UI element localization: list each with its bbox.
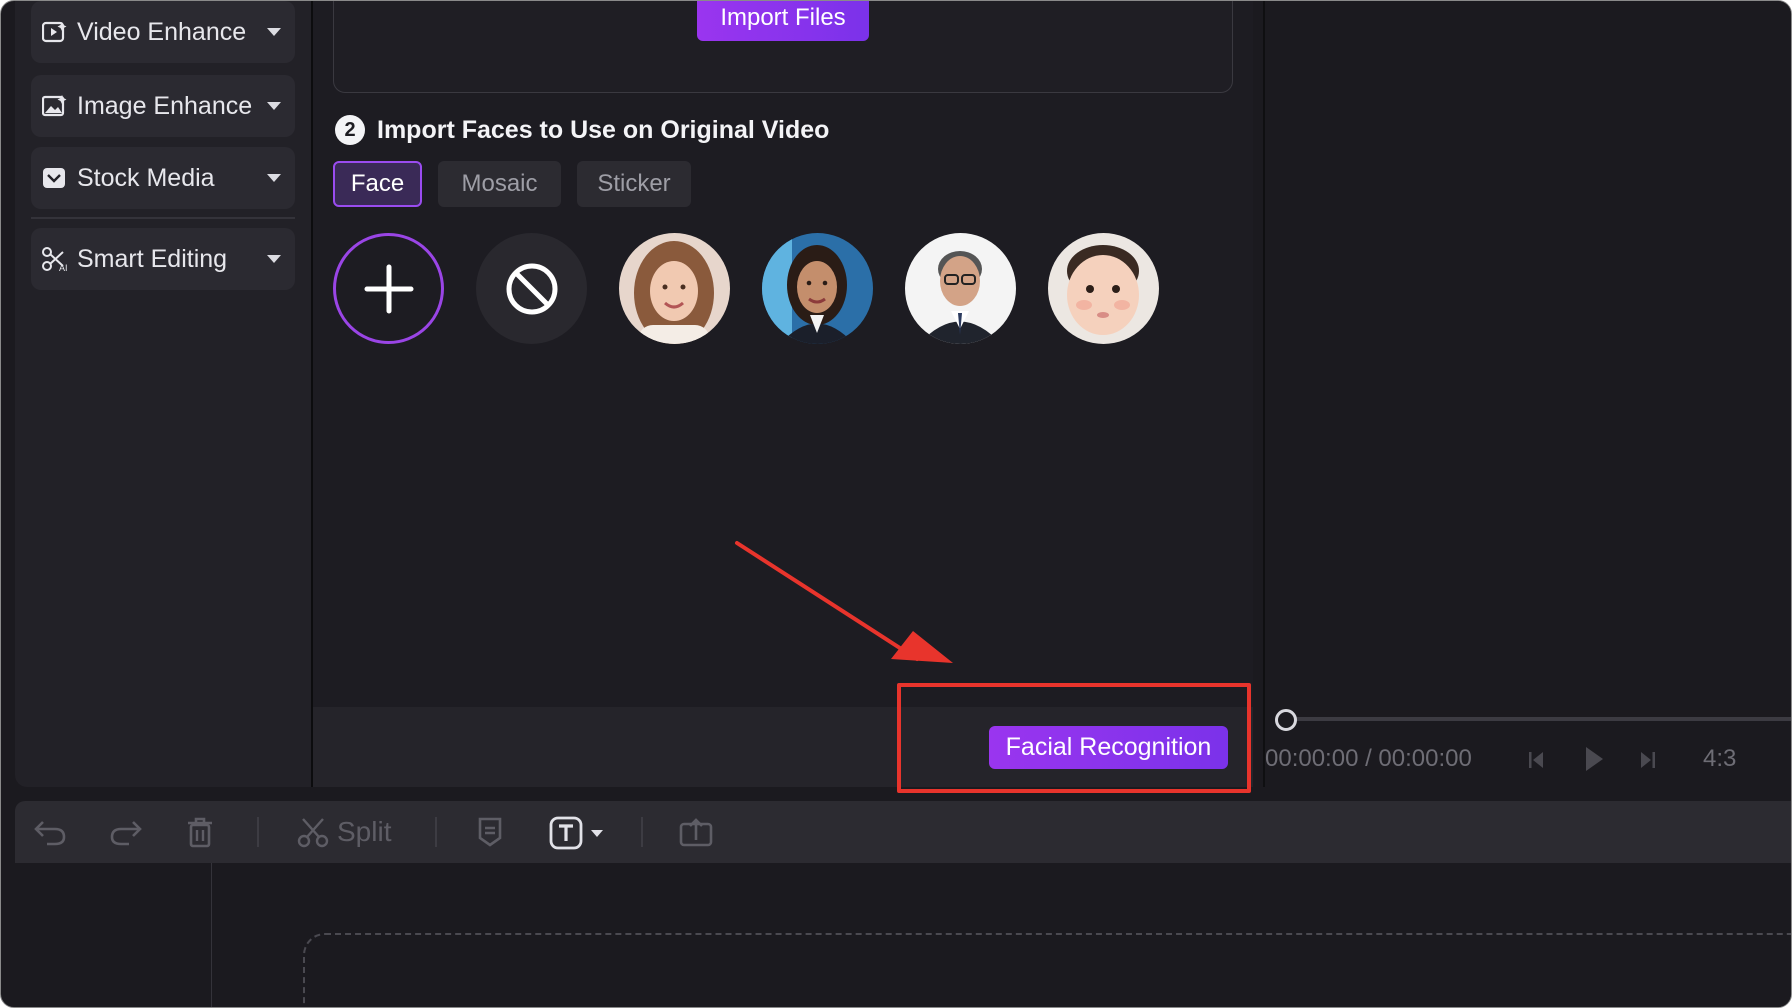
sidebar-item-smart-editing[interactable]: AI Smart Editing — [31, 228, 295, 290]
delete-icon[interactable] — [185, 816, 215, 848]
playhead-knob[interactable] — [1275, 709, 1297, 731]
sidebar-item-label: Smart Editing — [77, 244, 228, 273]
next-frame-icon[interactable] — [1639, 749, 1657, 776]
video-enhance-icon — [41, 18, 69, 46]
sidebar-item-video-enhance[interactable]: Video Enhance — [31, 1, 295, 63]
toolbar-divider — [257, 817, 259, 847]
undo-icon[interactable] — [33, 816, 67, 846]
toolbar-divider — [435, 817, 437, 847]
chevron-down-icon[interactable] — [267, 174, 281, 182]
text-icon — [549, 816, 583, 850]
text-tool-dropdown[interactable] — [549, 816, 603, 850]
chevron-down-icon — [591, 829, 603, 837]
chevron-down-icon[interactable] — [267, 28, 281, 36]
timecode-readout: 00:00:00 / 00:00:00 — [1265, 745, 1472, 772]
sidebar-item-image-enhance[interactable]: Image Enhance — [31, 75, 295, 137]
timeline-drop-zone[interactable] — [303, 933, 1791, 1007]
no-symbol-icon — [506, 263, 557, 314]
export-icon[interactable] — [679, 816, 715, 848]
sidebar-item-label: Video Enhance — [77, 17, 247, 46]
play-icon[interactable] — [1583, 745, 1605, 778]
face-list — [333, 233, 1159, 344]
redo-icon[interactable] — [109, 816, 143, 846]
chevron-down-icon[interactable] — [267, 102, 281, 110]
tab-face[interactable]: Face — [333, 161, 422, 207]
sidebar: Video Enhance Image Enhance Stock Media … — [15, 1, 313, 787]
import-files-button[interactable]: Import Files — [697, 1, 869, 41]
tab-mosaic[interactable]: Mosaic — [438, 161, 561, 207]
highlight-box-annotation — [897, 683, 1251, 793]
stock-media-icon — [41, 164, 69, 192]
split-button[interactable]: Split — [297, 816, 391, 848]
chevron-down-icon[interactable] — [267, 255, 281, 263]
playhead-track[interactable] — [1283, 717, 1791, 721]
marker-icon[interactable] — [477, 816, 503, 848]
red-arrow-annotation — [735, 541, 953, 663]
preview-panel: 00:00:00 / 00:00:00 4:3 — [1263, 1, 1791, 787]
step-number-badge: 2 — [335, 115, 365, 145]
section-title-text: Import Faces to Use on Original Video — [377, 115, 830, 144]
add-face-button[interactable] — [333, 233, 444, 344]
face-thumbnail-baby[interactable] — [1048, 233, 1159, 344]
no-face-button[interactable] — [476, 233, 587, 344]
section-title: 2 Import Faces to Use on Original Video — [335, 115, 829, 145]
face-thumbnail-woman-smiling[interactable] — [619, 233, 730, 344]
face-thumbnail-businessman[interactable] — [905, 233, 1016, 344]
sidebar-divider — [31, 217, 295, 219]
face-thumbnail-businesswoman[interactable] — [762, 233, 873, 344]
previous-frame-icon[interactable] — [1527, 749, 1545, 776]
timeline-area[interactable] — [15, 863, 1791, 1007]
sidebar-item-stock-media[interactable]: Stock Media — [31, 147, 295, 209]
plus-icon — [364, 264, 413, 313]
track-header-divider — [211, 863, 212, 1007]
toolbar-divider — [641, 817, 643, 847]
scissors-icon — [297, 818, 329, 848]
sidebar-item-label: Image Enhance — [77, 91, 253, 120]
svg-text:AI: AI — [59, 263, 68, 272]
smart-editing-icon: AI — [41, 245, 69, 273]
timeline-toolbar: Split — [15, 801, 1791, 863]
aspect-ratio-select[interactable]: 4:3 — [1703, 745, 1736, 773]
split-label: Split — [337, 816, 392, 847]
effect-tabs: Face Mosaic Sticker — [333, 161, 691, 207]
sidebar-item-label: Stock Media — [77, 163, 215, 192]
tab-sticker[interactable]: Sticker — [577, 161, 691, 207]
app-window: Video Enhance Image Enhance Stock Media … — [0, 0, 1792, 1008]
image-enhance-icon — [41, 92, 69, 120]
